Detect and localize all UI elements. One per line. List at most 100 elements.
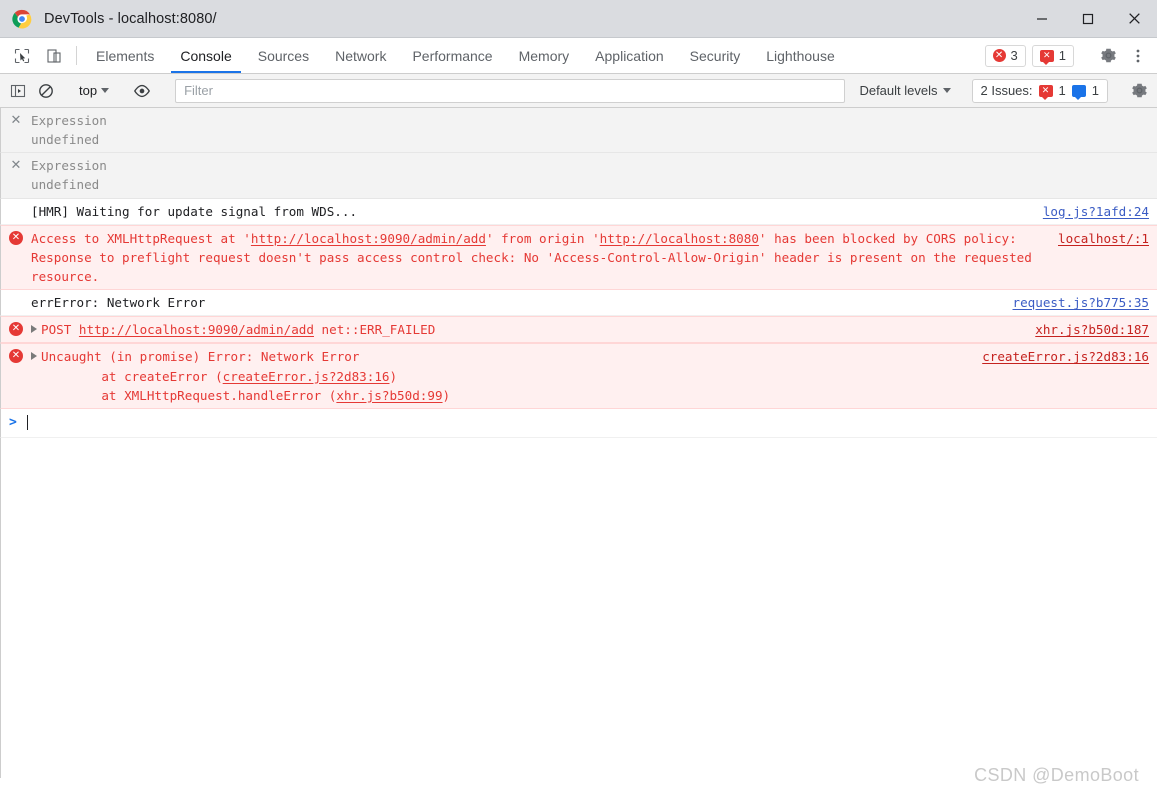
eager-eval-value: undefined [31,132,100,148]
console-empty-area[interactable] [0,437,1157,778]
console-row-eager-eval[interactable]: ✕ Expression undefined [0,108,1157,154]
issue-info-icon [1071,84,1086,100]
error-headline: Uncaught (in promise) Error: Network Err… [41,349,360,365]
close-x-icon[interactable]: ✕ [11,158,22,172]
issues-error-count: 1 [1058,83,1066,98]
row-gutter: ✕ [1,156,31,172]
minimize-button[interactable] [1019,0,1065,38]
row-gutter: ✕ [1,347,31,364]
tab-label: Memory [518,47,570,64]
close-button[interactable] [1111,0,1157,38]
console-row-eager-eval[interactable]: ✕ Expression undefined [0,153,1157,199]
tab-lighthouse[interactable]: Lighthouse [753,38,848,73]
console-row-error-uncaught[interactable]: ✕ Uncaught (in promise) Error: Network E… [0,343,1157,409]
expand-triangle-icon[interactable] [31,352,37,361]
log-levels-select[interactable]: Default levels [851,79,958,103]
console-toolbar: top Filter Default levels 2 Issues: ✕ 1 … [0,74,1157,108]
source-link[interactable]: localhost/:1 [1058,229,1149,248]
stack-frame: at createError (createError.js?2d83:16) [41,367,972,386]
error-text: Uncaught (in promise) Error: Network Err… [41,347,972,404]
console-row-error-network[interactable]: ✕ POST http://localhost:9090/admin/add n… [0,316,1157,344]
console-settings-gear-icon[interactable] [1125,78,1153,104]
tab-network[interactable]: Network [322,38,399,73]
eager-eval-value: undefined [31,177,100,193]
row-content: POST http://localhost:9090/admin/add net… [31,320,1157,339]
stack-frame-suffix: ) [389,368,398,384]
console-row-log[interactable]: errError: Network Error request.js?b775:… [0,290,1157,317]
stack-frame-suffix: ) [442,387,451,403]
console-sidebar-icon[interactable] [4,78,32,104]
stack-frame-link[interactable]: xhr.js?b50d:99 [336,388,442,403]
source-link[interactable]: xhr.js?b50d:187 [1035,320,1149,339]
source-link[interactable]: log.js?1afd:24 [1043,202,1149,221]
issues-button[interactable]: 2 Issues: ✕ 1 1 [971,78,1108,103]
log-text: [HMR] Waiting for update signal from WDS… [31,203,358,219]
row-gutter [1,202,31,204]
source-link[interactable]: request.js?b775:35 [1013,293,1149,312]
row-gutter: ✕ [1,320,31,337]
error-circle-icon: ✕ [9,349,23,364]
issues-label: 2 Issues: [980,83,1033,98]
issue-message-icon: ✕ [1039,49,1054,65]
tab-label: Sources [257,47,310,64]
error-count-badge[interactable]: ✕ 3 [984,44,1026,67]
tab-performance[interactable]: Performance [399,38,505,73]
error-text-part1: Access to XMLHttpRequest at ' [31,230,251,246]
row-content: Expression undefined [31,156,1157,194]
row-content: Uncaught (in promise) Error: Network Err… [31,347,1157,404]
console-row-log[interactable]: [HMR] Waiting for update signal from WDS… [0,198,1157,225]
tab-label: Application [595,47,664,64]
request-url-link[interactable]: http://localhost:9090/admin/add [251,231,486,246]
close-x-icon[interactable]: ✕ [11,113,22,127]
console-prompt[interactable]: > [0,408,1157,438]
error-count-value: 3 [1010,48,1018,63]
clear-console-icon[interactable] [32,78,60,104]
panel-tabs: Elements Console Sources Network Perform… [83,38,848,73]
error-text: POST http://localhost:9090/admin/add net… [41,320,1025,339]
chrome-logo-icon [12,9,32,29]
warning-count-value: 1 [1058,48,1066,63]
device-toolbar-icon[interactable] [38,38,70,73]
tab-application[interactable]: Application [582,38,677,73]
devtools-tab-bar: Elements Console Sources Network Perform… [0,38,1157,74]
console-row-error-cors[interactable]: ✕ Access to XMLHttpRequest at 'http://lo… [0,224,1157,291]
tab-label: Network [335,47,387,64]
tab-security[interactable]: Security [677,38,754,73]
inspect-cursor-icon[interactable] [6,38,38,73]
console-message-list[interactable]: ✕ Expression undefined ✕ Expression undefi… [0,108,1157,797]
log-levels-value: Default levels [859,83,938,98]
tab-sources[interactable]: Sources [245,38,322,73]
filter-input[interactable]: Filter [175,78,846,103]
live-expression-eye-icon[interactable] [128,78,156,104]
row-gutter [1,293,31,295]
chevron-down-icon [101,88,110,93]
eager-eval-block: Expression undefined [31,111,1149,149]
maximize-button[interactable] [1065,0,1111,38]
expand-triangle-icon[interactable] [31,325,37,334]
tab-memory[interactable]: Memory [506,38,583,73]
row-gutter: ✕ [1,229,31,245]
chevron-down-icon [942,88,951,93]
warning-count-badge[interactable]: ✕ 1 [1031,44,1074,67]
error-circle-icon: ✕ [9,322,23,337]
request-url-link[interactable]: http://localhost:9090/admin/add [79,322,314,337]
error-text-part2: ' from origin ' [485,230,600,246]
error-circle-icon: ✕ [9,230,23,245]
stack-frame-link[interactable]: createError.js?2d83:16 [223,369,390,384]
tab-elements[interactable]: Elements [83,38,167,73]
tab-console[interactable]: Console [167,38,244,73]
execution-context-value: top [79,83,98,98]
origin-url-link[interactable]: http://localhost:8080 [600,231,759,246]
watermark: CSDN @DemoBoot [974,764,1139,785]
gear-icon[interactable] [1093,41,1123,71]
source-link[interactable]: createError.js?2d83:16 [982,347,1149,366]
tabbar-right-controls: ✕ 3 ✕ 1 [984,38,1157,73]
log-text: errError: Network Error [31,295,206,311]
row-content: Expression undefined [31,111,1157,149]
execution-context-select[interactable]: top [73,79,115,103]
tab-label: Elements [96,47,155,64]
prompt-chevron-icon: > [9,414,17,430]
window-controls [1019,0,1157,38]
more-vertical-icon[interactable] [1123,41,1153,71]
stack-frame: at XMLHttpRequest.handleError (xhr.js?b5… [41,386,972,405]
